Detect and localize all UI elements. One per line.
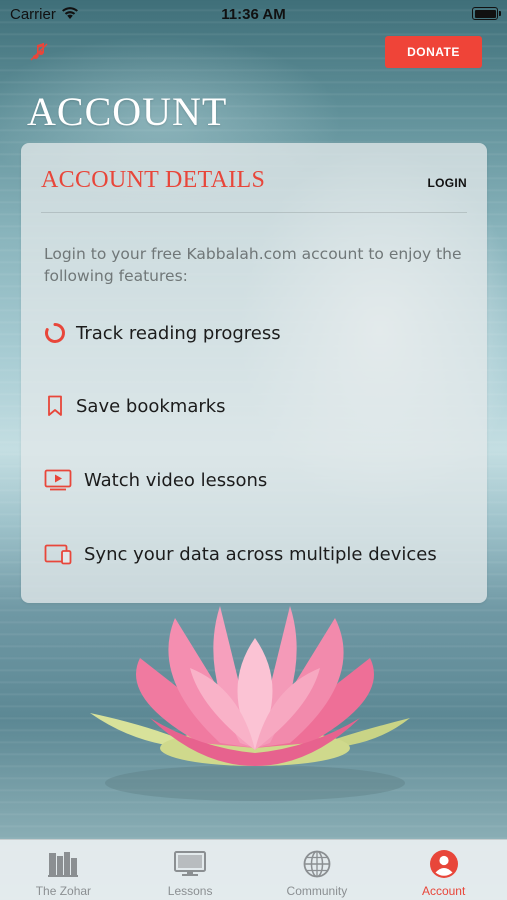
monitor-icon xyxy=(173,849,207,879)
books-icon xyxy=(46,849,80,879)
divider xyxy=(41,212,467,213)
music-note-icon[interactable] xyxy=(29,42,49,62)
card-title: ACCOUNT DETAILS xyxy=(41,167,266,193)
tab-label: Account xyxy=(421,884,466,898)
clock: 11:36 AM xyxy=(221,6,286,23)
lotus-image xyxy=(90,606,410,801)
bookmark-icon xyxy=(44,393,76,419)
feature-item: Track reading progress xyxy=(44,318,281,348)
tab-community[interactable]: Community xyxy=(254,840,381,900)
tab-label: Community xyxy=(286,884,348,898)
feature-item: Watch video lessons xyxy=(44,465,267,495)
tab-label: The Zohar xyxy=(35,884,92,898)
video-icon xyxy=(44,467,84,493)
progress-ring-icon xyxy=(44,320,76,346)
feature-label: Sync your data across multiple devices xyxy=(84,543,437,565)
feature-label: Watch video lessons xyxy=(84,469,268,491)
login-button[interactable]: LOGIN xyxy=(428,176,468,190)
feature-item: Save bookmarks xyxy=(44,391,226,421)
tab-the-zohar[interactable]: The Zohar xyxy=(0,840,127,900)
donate-button[interactable]: DONATE xyxy=(385,36,482,68)
tab-bar: The Zohar Lessons Community Account xyxy=(0,839,507,900)
battery-icon xyxy=(472,7,501,20)
tab-account[interactable]: Account xyxy=(380,840,507,900)
tab-lessons[interactable]: Lessons xyxy=(127,840,254,900)
globe-icon xyxy=(300,849,334,879)
feature-item: Sync your data across multiple devices xyxy=(44,539,437,569)
feature-label: Save bookmarks xyxy=(76,395,226,417)
user-icon xyxy=(427,849,461,879)
devices-icon xyxy=(44,541,84,567)
feature-label: Track reading progress xyxy=(76,322,281,344)
account-details-card: ACCOUNT DETAILS LOGIN Login to your free… xyxy=(21,143,487,603)
status-bar: Carrier 11:36 AM xyxy=(0,0,507,28)
page-title: ACCOUNT xyxy=(27,89,228,134)
tab-label: Lessons xyxy=(167,884,213,898)
intro-text: Login to your free Kabbalah.com account … xyxy=(44,245,462,285)
